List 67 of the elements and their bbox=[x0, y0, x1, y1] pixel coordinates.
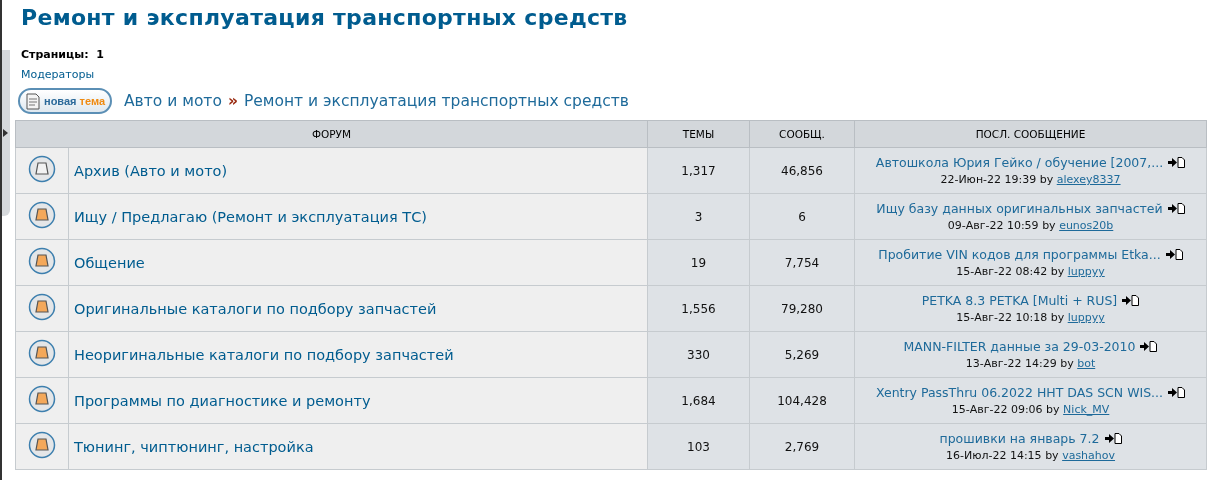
by-label: by bbox=[1042, 219, 1056, 232]
forum-link[interactable]: Общение bbox=[69, 254, 145, 271]
forum-link[interactable]: Архив (Авто и мото) bbox=[69, 162, 228, 179]
post-date: 22-Июн-22 19:39 bbox=[940, 173, 1037, 186]
column-header: ТЕМЫ bbox=[647, 120, 750, 148]
user-link[interactable]: alexey8337 bbox=[1056, 173, 1121, 186]
topics-cell: 3 bbox=[647, 193, 750, 240]
last-post-link[interactable]: Ищу базу данных оригинальных запчастей bbox=[876, 201, 1163, 216]
topics-cell: 1,317 bbox=[647, 147, 750, 194]
post-date: 15-Авг-22 09:06 bbox=[951, 403, 1043, 416]
topics-cell: 1,684 bbox=[647, 377, 750, 424]
by-label: by bbox=[1050, 265, 1065, 278]
post-date: 09-Авг-22 10:59 bbox=[947, 219, 1039, 232]
by-label: by bbox=[1045, 449, 1059, 462]
topics-cell: 1,556 bbox=[647, 285, 750, 332]
go-to-post-icon[interactable] bbox=[1168, 387, 1186, 398]
by-label: by bbox=[1046, 403, 1060, 416]
user-link[interactable]: luppyy bbox=[1067, 311, 1105, 324]
post-date: 15-Авг-22 08:42 bbox=[956, 265, 1048, 278]
by-label: by bbox=[1060, 357, 1074, 370]
arrow-icon bbox=[2, 129, 8, 137]
go-to-post-icon[interactable] bbox=[1140, 341, 1158, 352]
by-label: by bbox=[1050, 311, 1065, 324]
last-post-link[interactable]: Xentry PassThru 06.2022 HHT DAS SCN WIS... bbox=[875, 385, 1164, 400]
column-header: ФОРУМ bbox=[15, 120, 648, 148]
last-post-link[interactable]: MANN-FILTER данные за 29-03-2010 bbox=[903, 339, 1136, 354]
pages-label: Страницы: 1 bbox=[21, 48, 105, 61]
posts-cell: 6 bbox=[749, 193, 855, 240]
user-link[interactable]: Nick_MV bbox=[1063, 403, 1110, 416]
by-label: by bbox=[1039, 173, 1054, 186]
forum-link[interactable]: Тюнинг, чиптюнинг, настройка bbox=[69, 438, 314, 455]
posts-cell: 2,769 bbox=[749, 423, 855, 470]
go-to-post-icon[interactable] bbox=[1165, 249, 1183, 260]
forum-link[interactable]: Программы по диагностике и ремонту bbox=[69, 392, 371, 409]
column-header: ПОСЛ. СООБЩЕНИЕ bbox=[854, 120, 1207, 148]
topics-cell: 19 bbox=[647, 239, 750, 286]
post-date: 15-Авг-22 10:18 bbox=[956, 311, 1048, 324]
new-topic-button[interactable]: новая тема bbox=[18, 88, 112, 114]
post-date: 13-Авг-22 14:29 bbox=[965, 357, 1057, 370]
posts-cell: 104,428 bbox=[749, 377, 855, 424]
posts-cell: 46,856 bbox=[749, 147, 855, 194]
posts-cell: 5,269 bbox=[749, 331, 855, 378]
moderators-link[interactable]: Модераторы bbox=[21, 68, 95, 81]
user-link[interactable]: luppyy bbox=[1067, 265, 1105, 278]
sidebar-toggle[interactable] bbox=[2, 50, 10, 216]
breadcrumb-link[interactable]: Авто и мото bbox=[124, 92, 222, 110]
last-post-link[interactable]: Автошкола Юрия Гейко / обучение [2007,... bbox=[875, 155, 1164, 170]
go-to-post-icon[interactable] bbox=[1104, 433, 1122, 444]
go-to-post-icon[interactable] bbox=[1168, 157, 1186, 168]
post-date: 16-Июл-22 14:15 bbox=[945, 449, 1042, 462]
breadcrumb-link[interactable]: Ремонт и эксплуатация транспортных средств bbox=[243, 92, 629, 110]
topics-cell: 330 bbox=[647, 331, 750, 378]
last-post-link[interactable]: PETKA 8.3 PETKA [Multi + RUS] bbox=[921, 293, 1118, 308]
column-header: СООБЩ. bbox=[749, 120, 855, 148]
posts-cell: 7,754 bbox=[749, 239, 855, 286]
last-post-link[interactable]: Пробитие VIN кодов для программы Etka... bbox=[878, 247, 1161, 262]
user-link[interactable]: vashahov bbox=[1062, 449, 1116, 462]
go-to-post-icon[interactable] bbox=[1122, 295, 1140, 306]
last-post-link[interactable]: прошивки на январь 7.2 bbox=[939, 431, 1100, 446]
breadcrumb-separator: » bbox=[227, 92, 238, 110]
page-title: Ремонт и эксплуатация транспортных средств bbox=[20, 4, 629, 32]
go-to-post-icon[interactable] bbox=[1167, 203, 1185, 214]
user-link[interactable]: bot bbox=[1077, 357, 1096, 370]
posts-cell: 79,280 bbox=[749, 285, 855, 332]
document-icon bbox=[25, 92, 41, 110]
topics-cell: 103 bbox=[647, 423, 750, 470]
user-link[interactable]: eunos20b bbox=[1059, 219, 1114, 232]
